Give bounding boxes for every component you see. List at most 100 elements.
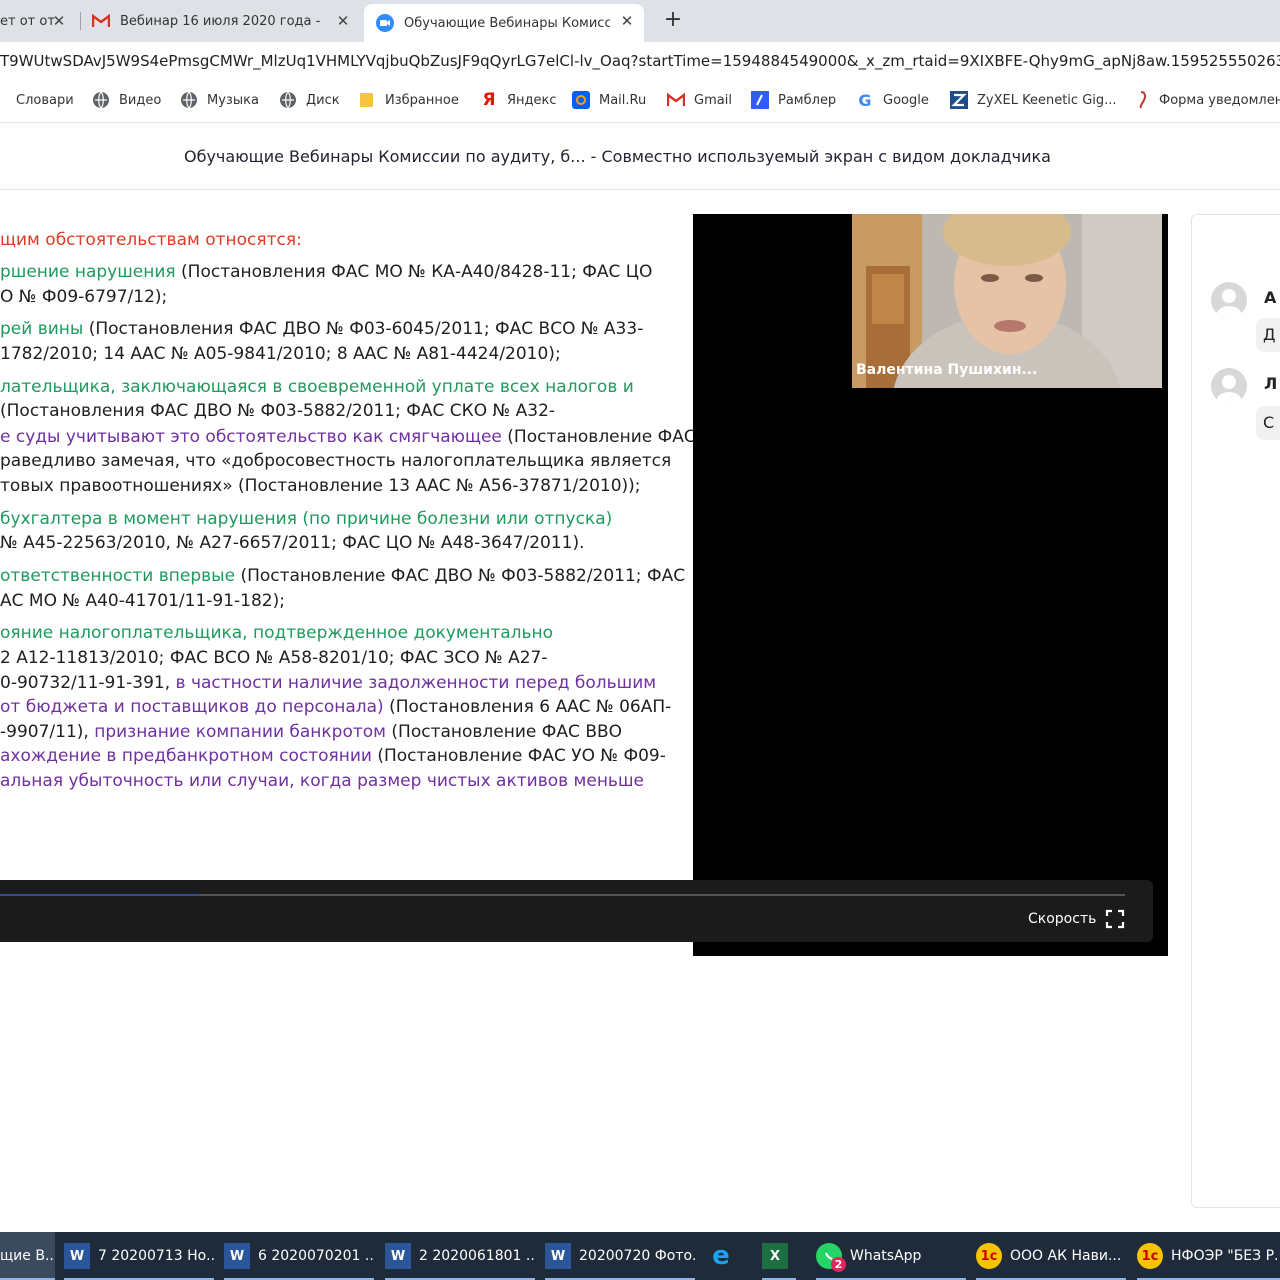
globe-icon xyxy=(279,91,297,109)
fullscreen-icon[interactable] xyxy=(1105,909,1125,929)
bookmark-izbrannoe[interactable]: Избранное xyxy=(358,90,459,110)
chat-sender-name: Л xyxy=(1264,374,1278,393)
slide-line: АС МО № А40-41701/11-91-182); xyxy=(0,591,285,611)
chat-message: Д xyxy=(1256,318,1280,352)
bookmark-label: Избранное xyxy=(385,92,459,108)
slide-line: от бюджета и поставщиков до персонала) (… xyxy=(0,697,671,717)
chat-panel xyxy=(1191,214,1280,1208)
taskbar-label: щие В... xyxy=(0,1248,55,1264)
tab-1[interactable]: ет от от ✕ xyxy=(0,4,76,38)
new-tab-button[interactable]: + xyxy=(660,6,686,34)
browser-tab-strip: ет от от ✕ Вебинар 16 июля 2020 года - a… xyxy=(0,0,1280,42)
zyxel-icon xyxy=(950,91,968,109)
bookmark-label: Google xyxy=(883,92,929,108)
bookmark-yandex[interactable]: Я Яндекс xyxy=(480,90,557,110)
word-icon: W xyxy=(64,1243,90,1269)
slide-line: е суды учитывают это обстоятельство как … xyxy=(0,427,693,447)
slide-text-segment: е суды учитывают это обстоятельство как … xyxy=(0,427,508,447)
slide-text-segment: ответственности впервые xyxy=(0,566,241,586)
speed-button[interactable]: Скорость xyxy=(1028,911,1096,927)
bookmark-mailru[interactable]: Mail.Ru xyxy=(572,90,646,110)
tab-title: Обучающие Вебинары Комисси xyxy=(404,15,610,31)
bookmark-slovari[interactable]: Словари xyxy=(0,90,74,110)
close-icon[interactable]: ✕ xyxy=(334,12,352,30)
slide-line: ахождение в предбанкротном состоянии (По… xyxy=(0,746,666,766)
slide-text-segment: ршение нарушения xyxy=(0,262,182,282)
bookmark-video[interactable]: Видео xyxy=(92,90,161,110)
taskbar-item-browser[interactable]: щие В... xyxy=(0,1232,55,1280)
taskbar-item-word-3[interactable]: W 2 2020061801 ... xyxy=(385,1232,535,1280)
bookmark-zyxel[interactable]: ZyXEL Keenetic Gig... xyxy=(950,90,1117,110)
tab-2[interactable]: Вебинар 16 июля 2020 года - a ✕ xyxy=(92,4,360,38)
slide-line: лательщика, заключающаяся в своевременно… xyxy=(0,377,634,397)
slide-text-segment: от бюджета и поставщиков до персонала) xyxy=(0,697,390,717)
bookmark-disk[interactable]: Диск xyxy=(279,90,340,110)
bookmark-label: Яндекс xyxy=(507,92,557,108)
bookmark-label: Видео xyxy=(119,92,162,108)
bookmark-forma[interactable]: Форма уведомлен xyxy=(1132,90,1280,110)
taskbar-item-word-4[interactable]: W 20200720 Фото... xyxy=(545,1232,695,1280)
chat-sender-name: А xyxy=(1264,288,1277,307)
slide-line: товых правоотношениях» (Постановление 13… xyxy=(0,476,641,496)
gmail-icon xyxy=(667,91,685,109)
slide-text-segment: альная убыточность или случаи, когда раз… xyxy=(0,771,644,791)
taskbar-item-excel[interactable]: X xyxy=(762,1232,796,1280)
slide-line: -9907/11), признание компании банкротом … xyxy=(0,722,622,742)
slide-line: 1782/2010; 14 ААС № А05-9841/2010; 8 ААС… xyxy=(0,344,561,364)
taskbar-item-word-2[interactable]: W 6 2020070201 ... xyxy=(224,1232,374,1280)
avatar xyxy=(1211,282,1247,318)
taskbar-label: 20200720 Фото... xyxy=(579,1248,695,1264)
close-icon[interactable]: ✕ xyxy=(618,12,636,30)
bookmark-label: Словари xyxy=(16,92,74,108)
slide-line: раведливо замечая, что «добросовестность… xyxy=(0,451,671,471)
globe-icon xyxy=(92,91,110,109)
speaker-name: Валентина Пушихин... xyxy=(856,362,1038,378)
ie-icon: e xyxy=(712,1241,730,1271)
word-icon: W xyxy=(545,1243,571,1269)
slide-text-segment: рей вины xyxy=(0,319,89,339)
bookmark-gmail[interactable]: Gmail xyxy=(667,90,732,110)
bookmark-label: Музыка xyxy=(207,92,259,108)
slide-text-segment: в частности наличие задолженности перед … xyxy=(175,673,657,693)
slide-text-segment: (Постановление ФАС xyxy=(507,427,693,447)
google-icon: G xyxy=(858,90,872,110)
form-icon xyxy=(1132,91,1150,109)
gmail-icon xyxy=(92,12,110,30)
address-bar[interactable]: T9WUtwSDAvJ5W9S4ePmsgCMWr_MlzUq1VHMLYVqj… xyxy=(0,42,1280,80)
slide-line: альная убыточность или случаи, когда раз… xyxy=(0,771,644,791)
slide-line: 2 А12-11813/2010; ФАС ВСО № А58-8201/10;… xyxy=(0,648,547,668)
rambler-icon xyxy=(751,91,769,109)
slide-text-segment: (Постановления ФАС МО № КА-А40/8428-11; … xyxy=(181,262,653,282)
tab-3-active[interactable]: Обучающие Вебинары Комисси ✕ xyxy=(364,4,644,42)
url-text[interactable]: T9WUtwSDAvJ5W9S4ePmsgCMWr_MlzUq1VHMLYVqj… xyxy=(0,52,1280,70)
bookmark-rambler[interactable]: Рамблер xyxy=(751,90,836,110)
close-icon[interactable]: ✕ xyxy=(50,12,68,30)
zoom-header: Обучающие Вебинары Комиссии по аудиту, б… xyxy=(0,122,1280,190)
slide-text-segment: ояние налогоплательщика, подтвержденное … xyxy=(0,623,554,643)
taskbar-item-1c-2[interactable]: 1c НФОЭР "БЕЗ Р... xyxy=(1137,1232,1280,1280)
unread-badge: 2 xyxy=(831,1257,846,1272)
taskbar-item-ie[interactable]: e xyxy=(708,1232,742,1280)
taskbar-item-1c-1[interactable]: 1c ООО АК Нави... xyxy=(976,1232,1126,1280)
slide-text-segment: О № Ф09-6797/12); xyxy=(0,287,168,307)
bookmark-google[interactable]: G Google xyxy=(856,90,929,110)
shared-screen-slide: щим обстоятельствам относятся: ршение на… xyxy=(0,214,693,884)
taskbar-label: 2 2020061801 ... xyxy=(419,1248,535,1264)
taskbar-label: НФОЭР "БЕЗ Р... xyxy=(1171,1248,1280,1264)
taskbar-label: WhatsApp xyxy=(850,1248,922,1264)
slide-text-segment: АС МО № А40-41701/11-91-182); xyxy=(0,591,285,611)
excel-icon: X xyxy=(762,1243,788,1269)
taskbar-item-whatsapp[interactable]: 2 WhatsApp xyxy=(816,1232,966,1280)
taskbar-item-word-1[interactable]: W 7 20200713 Но... xyxy=(64,1232,214,1280)
1c-icon: 1c xyxy=(976,1243,1002,1269)
slide-line: № А45-22563/2010, № А27-6657/2011; ФАС Ц… xyxy=(0,533,585,553)
slide-text-segment: признание компании банкротом xyxy=(94,722,392,742)
slide-text-segment: № А45-22563/2010, № А27-6657/2011; ФАС Ц… xyxy=(0,533,585,553)
slide-line: бухгалтера в момент нарушения (по причин… xyxy=(0,509,612,529)
windows-taskbar: щие В... W 7 20200713 Но... W 6 20200702… xyxy=(0,1232,1280,1280)
whatsapp-icon: 2 xyxy=(816,1243,846,1272)
bookmark-muzyka[interactable]: Музыка xyxy=(180,90,259,110)
1c-icon: 1c xyxy=(1137,1243,1163,1269)
playback-progress-fill xyxy=(0,894,200,896)
slide-text-segment: бухгалтера в момент нарушения (по причин… xyxy=(0,509,613,529)
